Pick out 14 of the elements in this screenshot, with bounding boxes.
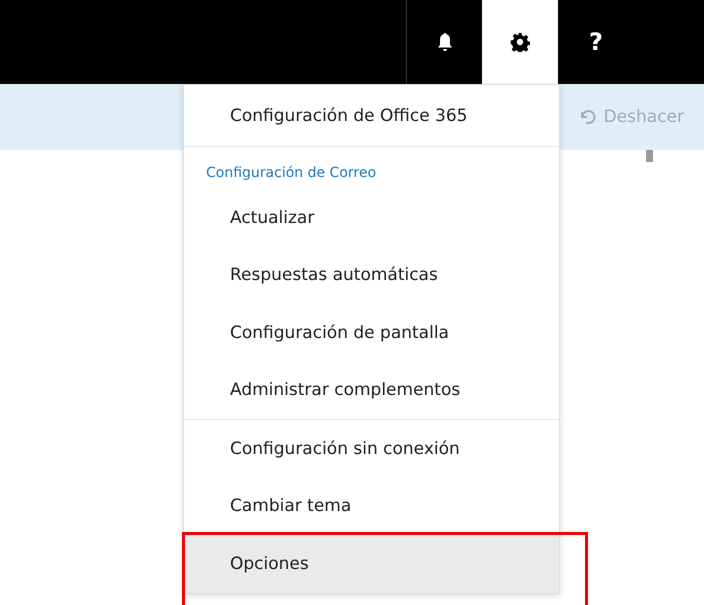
section-heading: Configuración de Correo [205,164,378,183]
undo-icon [580,110,596,124]
menu-item[interactable]: Cambiar tema [184,478,559,535]
menu-item[interactable]: Respuestas automáticas [184,246,559,304]
menu-item[interactable]: Configuración de pantalla [184,304,559,362]
menu-item[interactable]: Opciones [184,535,559,592]
settings-icon [510,32,530,52]
menu-item[interactable]: Actualizar [184,189,559,246]
bell-icon [436,32,452,52]
menu-item[interactable]: Configuración de Office 365 [184,85,559,146]
menu-item[interactable]: Administrar complementos [184,362,559,419]
settings-button[interactable] [482,0,558,84]
scroll-thumb[interactable] [646,150,653,162]
menu-item[interactable]: Configuración sin conexión [184,420,559,478]
